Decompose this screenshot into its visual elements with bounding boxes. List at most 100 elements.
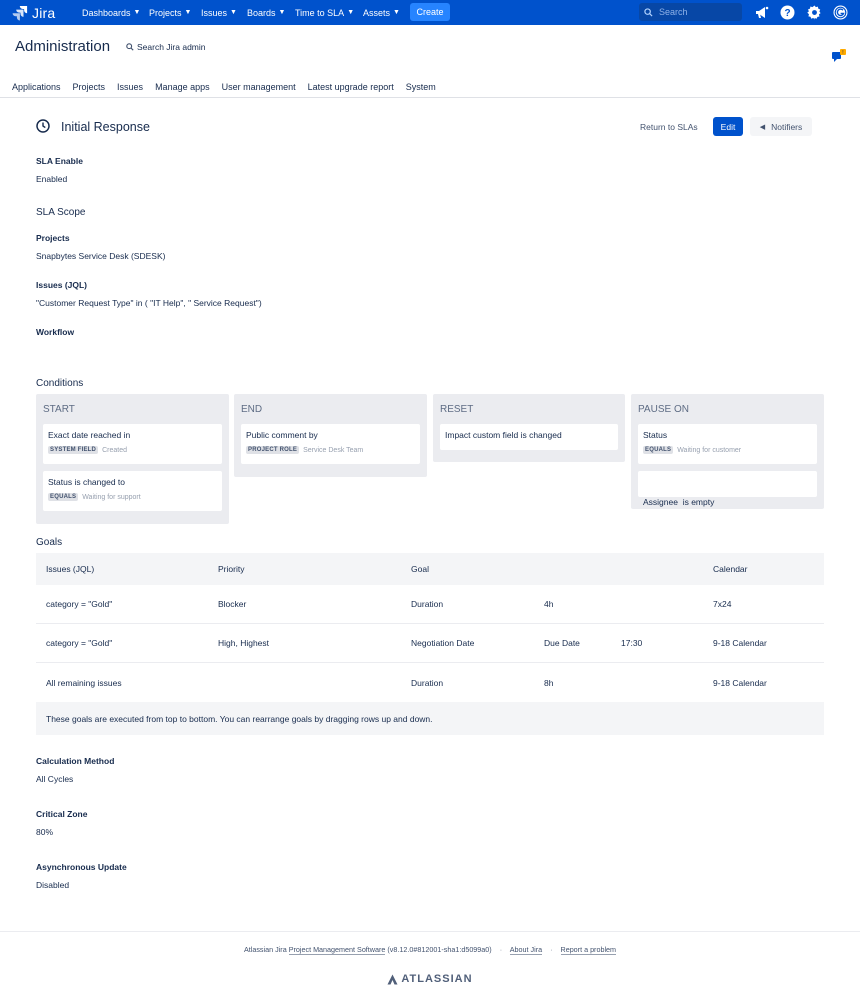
- footer-divider: [0, 931, 860, 932]
- goal-type: Duration: [411, 677, 444, 688]
- nav-dashboards[interactable]: Dashboards ▼: [82, 0, 140, 25]
- create-button[interactable]: Create: [410, 3, 450, 21]
- condition-column-title: PAUSE ON: [638, 404, 689, 415]
- goals-note-row: These goals are executed from top to bot…: [36, 702, 824, 735]
- nav-projects-label: Projects: [149, 7, 182, 18]
- header-priority: Priority: [218, 564, 245, 574]
- search-jira-admin-label: Search Jira admin: [137, 42, 206, 52]
- condition-card: Status EQUALS Waiting for customer: [638, 424, 817, 464]
- calculation-method-value: All Cycles: [36, 774, 74, 784]
- tab-applications[interactable]: Applications: [12, 82, 61, 92]
- goal-value: 8h: [544, 677, 554, 688]
- goal-jql: category = "Gold": [46, 599, 113, 609]
- search-input[interactable]: [659, 7, 739, 17]
- nav-issues-label: Issues: [201, 7, 228, 18]
- condition-column-title: END: [241, 404, 263, 415]
- goal-jql: All remaining issues: [46, 677, 122, 688]
- nav-projects[interactable]: Projects ▼: [149, 0, 191, 25]
- nav-dashboards-label: Dashboards: [82, 7, 131, 18]
- sla-enable-value: Enabled: [36, 174, 68, 184]
- footer-version: (v8.12.0#812001-sha1:d5099a0): [387, 945, 492, 954]
- help-icon[interactable]: ?: [780, 5, 795, 20]
- condition-column-title: RESET: [440, 404, 474, 415]
- tab-issues[interactable]: Issues: [117, 82, 143, 92]
- condition-text: Assignee is empty: [643, 497, 715, 507]
- condition-column-end: END Public comment by PROJECT ROLE Servic…: [234, 394, 427, 477]
- critical-zone-label: Critical Zone: [36, 809, 88, 819]
- condition-text: Status is changed to: [48, 477, 126, 487]
- condition-card: Public comment by PROJECT ROLE Service De…: [241, 424, 420, 464]
- goals-table: Issues (JQL) Priority Goal Calendar cate…: [36, 553, 824, 735]
- condition-tag: SYSTEM FIELD: [48, 446, 99, 454]
- settings-gear-icon[interactable]: [807, 5, 822, 20]
- footer-software-link[interactable]: Project Management Software: [288, 945, 386, 955]
- search-jira-admin-link[interactable]: Search Jira admin: [126, 42, 206, 52]
- user-avatar-icon[interactable]: [833, 5, 848, 20]
- footer-software-text: Atlassian Jira: [243, 945, 287, 954]
- top-navigation-bar: Jira Dashboards ▼ Projects ▼ Issues ▼ Board…: [0, 0, 860, 25]
- goal-time: 17:30: [621, 638, 643, 648]
- nav-boards-label: Boards: [247, 7, 276, 18]
- goal-row[interactable]: All remaining issues Duration 8h 9-18 Ca…: [36, 663, 824, 702]
- chevron-down-icon: ▼: [230, 9, 237, 16]
- svg-text:?: ?: [784, 8, 790, 19]
- header-issues-jql: Issues (JQL): [46, 564, 95, 574]
- condition-column-reset: RESET Impact custom field is changed: [433, 394, 625, 462]
- chevron-down-icon: ▼: [393, 9, 400, 16]
- header-calendar: Calendar: [713, 564, 748, 574]
- jira-logo[interactable]: Jira: [12, 4, 55, 21]
- goal-value: Due Date: [544, 638, 580, 648]
- nav-time-to-sla-label: Time to SLA: [295, 7, 345, 18]
- nav-boards[interactable]: Boards ▼: [247, 0, 285, 25]
- goal-calendar: 9-18 Calendar: [713, 677, 767, 688]
- goal-type: Duration: [411, 599, 444, 609]
- tab-system[interactable]: System: [406, 82, 436, 92]
- projects-value: Snapbytes Service Desk (SDESK): [36, 251, 166, 261]
- goal-row[interactable]: category = "Gold" High, Highest Negotiat…: [36, 624, 824, 663]
- goal-row[interactable]: category = "Gold" Blocker Duration 4h 7x…: [36, 585, 824, 624]
- nav-issues[interactable]: Issues ▼: [201, 0, 237, 25]
- tab-projects[interactable]: Projects: [73, 82, 106, 92]
- goals-note: These goals are executed from top to bot…: [46, 713, 433, 724]
- footer-about-link[interactable]: About Jira: [509, 945, 543, 955]
- global-search[interactable]: [639, 3, 742, 21]
- tabs-divider: [0, 97, 860, 98]
- sla-scope-title: SLA Scope: [36, 207, 86, 218]
- condition-value: Service Desk Team: [303, 446, 364, 454]
- tab-latest-upgrade-report[interactable]: Latest upgrade report: [308, 82, 394, 92]
- jira-logo-icon: [12, 5, 28, 20]
- goal-calendar: 9-18 Calendar: [713, 638, 767, 648]
- nav-assets[interactable]: Assets ▼: [363, 0, 400, 25]
- chevron-down-icon: ▼: [278, 9, 286, 16]
- critical-zone-value: 80%: [36, 827, 54, 837]
- condition-column-pause-on: PAUSE ON Status EQUALS Waiting for custom…: [631, 394, 824, 509]
- edit-button[interactable]: Edit: [713, 117, 743, 136]
- header-goal: Goal: [411, 564, 429, 574]
- goal-type: Negotiation Date: [411, 638, 475, 648]
- condition-card: Impact custom field is changed: [440, 424, 618, 450]
- page-title: Initial Response: [61, 120, 150, 134]
- goals-title: Goals: [36, 537, 63, 548]
- tab-manage-apps[interactable]: Manage apps: [155, 82, 210, 92]
- atlassian-brand-text: ATLASSIAN: [401, 973, 473, 985]
- return-to-slas-link[interactable]: Return to SLAs: [640, 122, 698, 132]
- workflow-label: Workflow: [36, 327, 75, 337]
- projects-label: Projects: [36, 233, 70, 243]
- condition-value: Waiting for support: [82, 493, 141, 501]
- footer-report-link[interactable]: Report a problem: [560, 945, 617, 955]
- clock-icon: [36, 119, 50, 135]
- tab-user-management[interactable]: User management: [222, 82, 296, 92]
- announcement-icon[interactable]: [754, 5, 769, 20]
- calculation-method-label: Calculation Method: [36, 756, 115, 766]
- condition-column-start: START Exact date reached in SYSTEM FIELD…: [36, 394, 229, 524]
- admin-tabs: Applications Projects Issues Manage apps…: [12, 82, 448, 92]
- condition-card: Exact date reached in SYSTEM FIELD Create…: [43, 424, 222, 464]
- notifiers-button[interactable]: ◀ Notifiers: [750, 117, 812, 136]
- condition-card: Assignee is empty: [638, 471, 817, 507]
- nav-time-to-sla[interactable]: Time to SLA ▼: [295, 0, 354, 25]
- jql-label: Issues (JQL): [36, 280, 88, 290]
- feedback-icon[interactable]: !: [832, 49, 846, 65]
- condition-value: Created: [102, 446, 127, 454]
- condition-column-title: START: [43, 404, 75, 415]
- jira-logo-text: Jira: [32, 4, 56, 21]
